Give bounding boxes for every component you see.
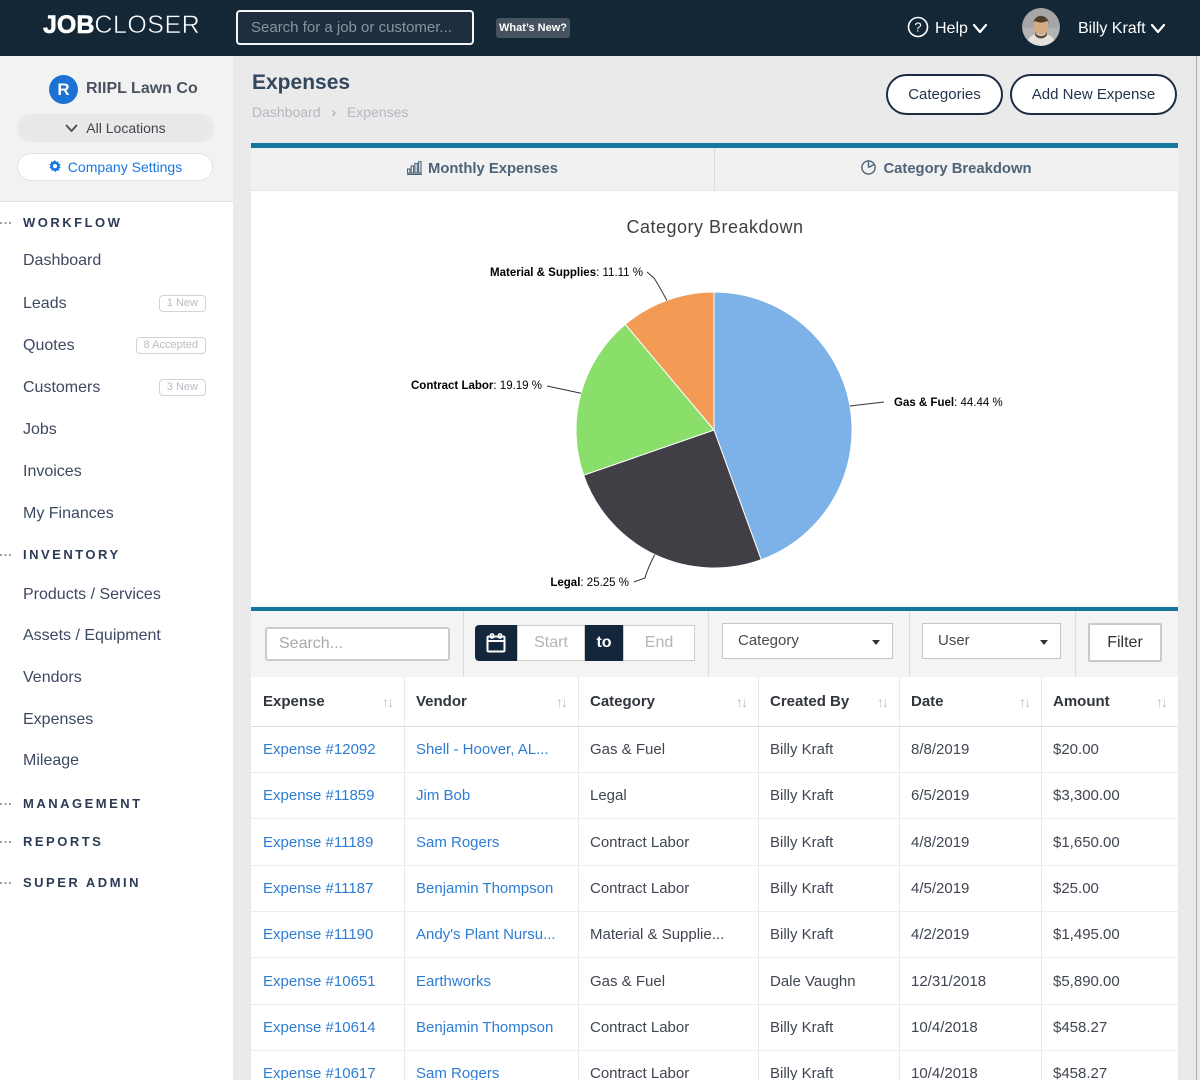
svg-text:Category Breakdown: Category Breakdown <box>626 217 803 237</box>
svg-text:?: ? <box>914 20 921 35</box>
svg-text:Contract Labor: 19.19 %: Contract Labor: 19.19 % <box>411 380 542 392</box>
svg-text:Legal: 25.25 %: Legal: 25.25 % <box>550 577 629 589</box>
svg-text:Gas & Fuel: 44.44 %: Gas & Fuel: 44.44 % <box>894 397 1003 409</box>
svg-text:Material & Supplies: 11.11 %: Material & Supplies: 11.11 % <box>490 267 643 279</box>
